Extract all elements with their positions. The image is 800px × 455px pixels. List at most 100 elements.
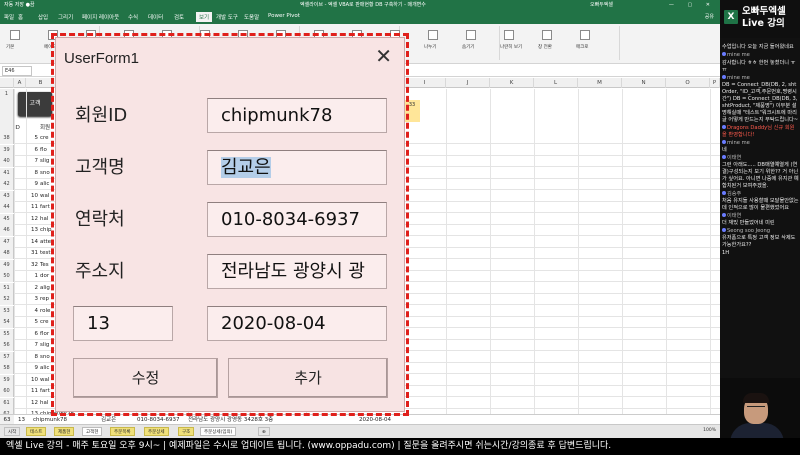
row-number[interactable]: 48: [0, 248, 14, 259]
ribbon-tab[interactable]: 수식: [128, 13, 138, 21]
ribbon-tab[interactable]: 도움말: [244, 13, 259, 21]
sheet-tab[interactable]: 제품현: [54, 427, 75, 436]
contact-field[interactable]: 010-8034-6937: [207, 202, 387, 237]
ribbon-command[interactable]: 나누기: [424, 44, 436, 50]
row-number[interactable]: 57: [0, 351, 14, 363]
row-number[interactable]: [0, 122, 14, 133]
row-id: 8: [34, 169, 39, 176]
row-member: wal: [40, 376, 50, 383]
sheet-tab[interactable]: 구조: [178, 427, 195, 436]
row-number[interactable]: 44: [0, 202, 14, 213]
ribbon-tab[interactable]: 파일: [4, 13, 14, 21]
chat-message: 이태연 더 재밌 만들었어네 미린: [722, 213, 799, 227]
row-number[interactable]: 41: [0, 167, 14, 179]
ribbon-command[interactable]: 매크로: [576, 44, 588, 50]
row-number[interactable]: 60: [0, 386, 14, 397]
column-header[interactable]: M: [578, 78, 622, 88]
row-number[interactable]: 50: [0, 271, 14, 282]
row-number[interactable]: 55: [0, 328, 14, 340]
select-all-corner[interactable]: [0, 78, 14, 88]
member-id-field[interactable]: chipmunk78: [207, 98, 387, 133]
ribbon-tab[interactable]: Power Pivot: [268, 13, 300, 19]
row-number[interactable]: 58: [0, 363, 14, 374]
column-header[interactable]: O: [666, 78, 710, 88]
row-number[interactable]: 59: [0, 374, 14, 386]
address-field[interactable]: 전라남도 광양시 광: [207, 254, 387, 289]
row-number[interactable]: 53: [0, 305, 14, 317]
column-header[interactable]: L: [534, 78, 578, 88]
sheet-tab[interactable]: 고객현: [82, 427, 103, 436]
row-number[interactable]: 61: [0, 397, 14, 409]
ribbon-command[interactable]: 나란히 보기: [500, 44, 522, 50]
row-number[interactable]: 47: [0, 236, 14, 248]
user-name[interactable]: 오빠두엑셀: [590, 0, 613, 10]
userform-dialog: UserForm1 ✕ 회원ID chipmunk78 고객명 김교은 연락처 …: [56, 38, 404, 411]
edit-button[interactable]: 수정: [73, 358, 218, 398]
name-box[interactable]: E46: [2, 66, 32, 76]
sheet-tab[interactable]: 시작: [4, 427, 21, 436]
row-id: 8: [34, 353, 39, 360]
avatar: [722, 191, 726, 195]
row-id: 31: [31, 250, 38, 256]
customer-name-field[interactable]: 김교은: [207, 150, 387, 185]
row-number[interactable]: 56: [0, 340, 14, 351]
close-icon[interactable]: ✕: [375, 44, 392, 68]
column-header[interactable]: J: [446, 78, 490, 88]
row-number[interactable]: [0, 100, 14, 111]
ribbon-tab[interactable]: 검토: [174, 13, 184, 21]
sheet-tab[interactable]: 주문상세(임의): [200, 427, 237, 436]
zoom-level[interactable]: 100%: [703, 428, 716, 433]
sheet-tab[interactable]: 테스트: [26, 427, 47, 436]
id-field[interactable]: 13: [73, 306, 173, 341]
ribbon-tab[interactable]: 개발 도구: [216, 13, 238, 21]
customer-sheet-button[interactable]: 고객: [18, 92, 52, 116]
row-number[interactable]: 51: [0, 282, 14, 294]
date-field[interactable]: 2020-08-04: [207, 306, 387, 341]
ribbon-command[interactable]: 창 전환: [538, 44, 552, 50]
row-number[interactable]: 40: [0, 156, 14, 167]
ribbon-command[interactable]: 숨기기: [462, 44, 474, 50]
row-number[interactable]: 46: [0, 225, 14, 236]
ribbon-tab[interactable]: 그리기: [58, 13, 73, 21]
column-header[interactable]: P: [710, 78, 720, 88]
ribbon-command[interactable]: 기본: [6, 44, 14, 50]
row-member: alic: [40, 181, 50, 187]
row-number[interactable]: 54: [0, 317, 14, 328]
ribbon-tab[interactable]: 홈: [18, 13, 23, 21]
row-member: slig: [40, 342, 50, 348]
ribbon-tab[interactable]: 페이지 레이아웃: [82, 13, 119, 21]
row-id: 7: [34, 158, 39, 164]
excel-titlebar: 자동 저장 ●끔 엑셀라이브 - 엑셀 VBA로 판매현황 DB 구축하기 - …: [0, 0, 720, 10]
row-number[interactable]: 1: [0, 89, 14, 100]
share-button[interactable]: 공유: [705, 13, 714, 20]
row-member: cre: [40, 135, 49, 141]
column-header[interactable]: I: [404, 78, 446, 88]
row-number[interactable]: 38: [0, 133, 14, 144]
row-number[interactable]: 49: [0, 259, 14, 271]
autosave-label[interactable]: 자동 저장 ●끔: [4, 0, 35, 10]
add-button[interactable]: 추가: [228, 358, 388, 398]
dialog-title: UserForm1: [64, 50, 140, 67]
column-header[interactable]: A: [14, 78, 26, 88]
column-header[interactable]: K: [490, 78, 534, 88]
sheet-tab[interactable]: 주문상세: [144, 427, 169, 436]
row-number[interactable]: [0, 111, 14, 122]
ribbon-tab[interactable]: 데이터: [148, 13, 163, 21]
sheet-tab[interactable]: 주문목록: [110, 427, 135, 436]
window-controls[interactable]: — ▢ ✕: [669, 0, 716, 10]
sheet-tab[interactable]: ⊕: [258, 427, 270, 436]
row-member: alic: [40, 365, 50, 371]
row-id: 3: [34, 296, 39, 302]
row-number[interactable]: 39: [0, 144, 14, 156]
row-number[interactable]: 52: [0, 294, 14, 305]
row-number[interactable]: 45: [0, 213, 14, 225]
row-member: wal: [40, 192, 50, 199]
ribbon-tab[interactable]: 보기: [196, 12, 213, 22]
row-number[interactable]: 42: [0, 179, 14, 190]
chat-text: 그런 아래도..... DB매열예열게 (연결)구성되는지 보기 위한?? 거 …: [722, 162, 799, 189]
ribbon-tab[interactable]: 삽입: [38, 13, 48, 21]
chat-message: Seong soo Jeong 유저폼으로 특정 고객 정보 삭제도 가능한가요?…: [722, 228, 799, 249]
column-header[interactable]: N: [622, 78, 666, 88]
row-member: flo: [40, 146, 47, 153]
row-number[interactable]: 43: [0, 190, 14, 202]
